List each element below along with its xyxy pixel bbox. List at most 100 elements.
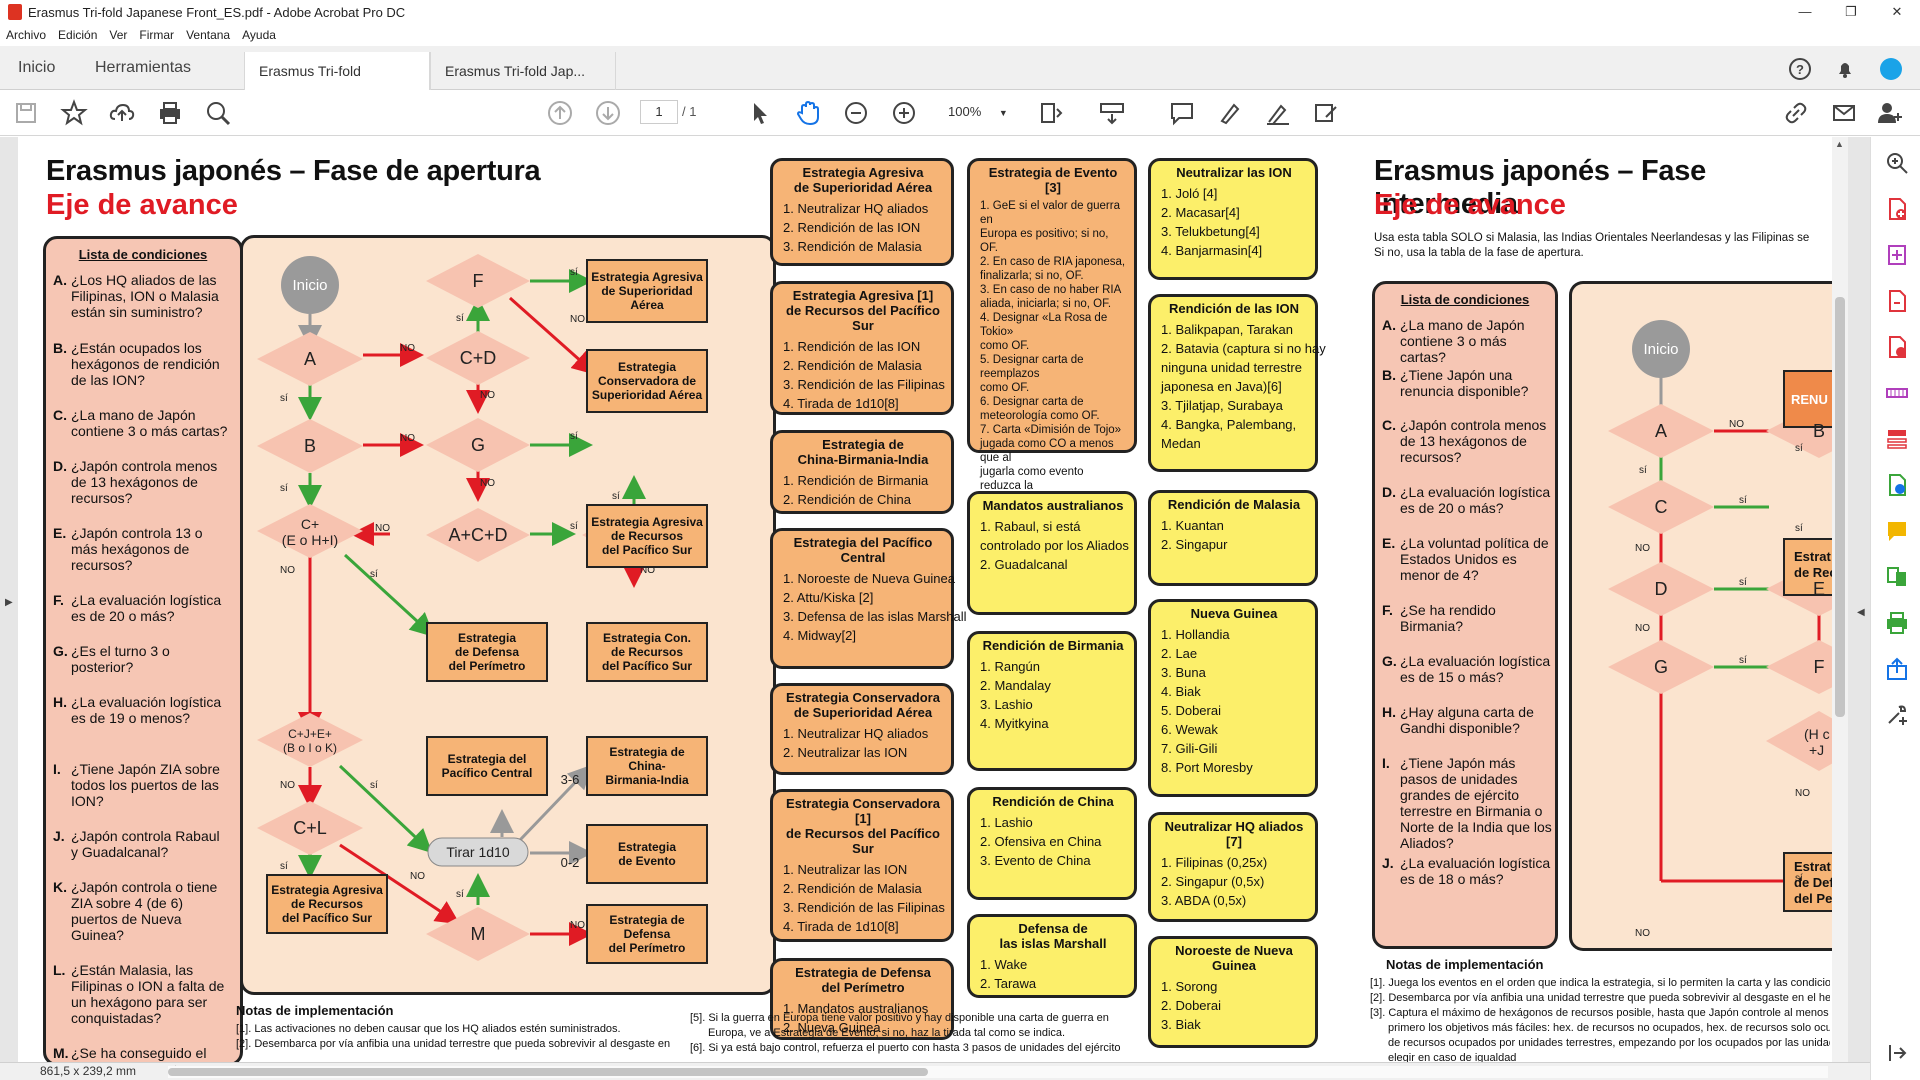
condition-key: A. [1382,317,1396,333]
more-tools-icon[interactable] [1885,703,1909,727]
tab-tools[interactable]: Herramientas [95,46,191,90]
fill-and-sign-icon[interactable] [1312,99,1340,127]
scrolling-mode-icon[interactable] [1098,99,1126,127]
condition-text: ¿La voluntad política de Estados Unidos … [1400,535,1549,583]
card-header-line: Mandatos australianos [982,498,1124,513]
right-intro-2: Si no, usa la tabla de la fase de apertu… [1374,247,1584,259]
tab-document-active[interactable]: Erasmus Tri-fold Jap...× [244,52,430,117]
close-window-button[interactable]: ✕ [1874,0,1920,24]
zoom-out-icon[interactable] [842,99,870,127]
compare-files-icon[interactable] [1885,565,1909,589]
zoom-level-select[interactable]: 100% ▼ [938,100,1012,124]
no-label: NO [400,343,415,354]
strategy-card: Nueva Guinea 1. Hollandia 2. Lae 3. Buna 4. … [1148,599,1318,797]
page-number-input[interactable]: 1 [640,100,678,124]
share-link-icon[interactable] [1782,99,1810,127]
condition-item: B. ¿Tiene Japón una renuncia disponible? [1382,367,1552,399]
zoom-tool-icon[interactable] [1885,151,1909,175]
next-page-icon[interactable] [594,99,622,127]
menu-firmar[interactable]: Firmar [139,28,174,42]
no-label: NO [1795,788,1810,799]
strategy-card: Estrategia Agresiva [1] de Recursos del P… [770,281,954,415]
strategy-box-label: del Perímetro [449,659,526,673]
hand-tool-icon[interactable] [794,99,822,127]
print-icon[interactable] [156,99,184,127]
yes-label: sí [1795,873,1803,884]
tab-bar: Inicio Herramientas Erasmus Tri-fold Jap… [0,46,1920,117]
scroll-up-icon[interactable]: ▲ [1835,139,1844,149]
flow-label-cehi-2: (E o H+I) [282,532,338,548]
strategy-card: Estrategia Conservadora de Superioridad A… [770,683,954,775]
strategy-box-label: Estrategia [458,631,516,645]
yes-label: sí [570,431,578,442]
form-fields-icon[interactable] [1885,427,1909,451]
search-zoom-icon[interactable] [204,99,232,127]
expand-left-panel-icon[interactable]: ▶ [5,597,13,608]
flow-label-c-2: C [1655,497,1668,517]
upload-cloud-icon[interactable] [108,99,136,127]
share-upload-icon[interactable] [1885,657,1909,681]
condition-item: D. ¿Japón controla menos de 13 hexágonos … [53,458,229,506]
restore-button[interactable]: ❐ [1828,0,1874,24]
save-icon[interactable] [12,99,40,127]
notifications-bell-icon[interactable] [1832,56,1858,82]
document-area[interactable]: ▶ Erasmus japonés – Fase de apertura Eje… [0,137,1870,1062]
create-pdf-icon[interactable] [1885,197,1909,221]
bookmark-star-icon[interactable] [60,99,88,127]
tab-home[interactable]: Inicio [18,46,55,90]
menu-edicion[interactable]: Edición [58,28,97,42]
menu-ventana[interactable]: Ventana [186,28,230,42]
yes-label: sí [1795,443,1803,454]
flow-label-hc-2a: (H c [1804,726,1830,742]
collapse-right-panel-icon[interactable]: ◀ [1857,607,1865,618]
event-row: meteorología como OF. [980,410,1100,422]
help-icon[interactable]: ? [1787,56,1813,82]
select-cursor-icon[interactable] [746,99,774,127]
note-1: [1]. Las activaciones no deben causar qu… [236,1023,621,1035]
export-pdf-icon[interactable] [1885,289,1909,313]
strategy-box-label: Estrategia Agresiva [591,270,703,284]
right-box2-l1: Estrat [1794,859,1832,874]
chevron-down-icon: ▼ [998,108,1008,118]
send-for-review-icon[interactable] [1885,473,1909,497]
event-row: 1. GeE si el valor de guerra en [980,200,1120,226]
flow-label-f1: F [473,271,484,291]
email-icon[interactable] [1830,99,1858,127]
highlight-pen-icon[interactable] [1216,99,1244,127]
yes-label: sí [456,889,464,900]
event-row: 2. En caso de RIA japonesa, [980,256,1126,268]
vertical-scroll-thumb[interactable] [1835,297,1845,717]
condition-key: F. [53,592,64,608]
combine-files-icon[interactable] [1885,243,1909,267]
zoom-in-icon[interactable] [890,99,918,127]
note-r2: [2]. Desembarca por vía anfibia una unid… [1370,992,1830,1004]
vertical-scrollbar[interactable]: ▲ [1832,137,1848,1062]
draw-sign-icon[interactable] [1264,99,1292,127]
add-user-icon[interactable] [1876,99,1904,127]
organize-pages-icon[interactable] [1885,381,1909,405]
edit-pdf-icon[interactable] [1885,335,1909,359]
print-production-icon[interactable] [1885,611,1909,635]
minimize-button[interactable]: — [1782,0,1828,24]
card-header-line: Neutralizar HQ aliados [7] [1164,819,1304,849]
horizontal-scroll-thumb[interactable] [168,1068,928,1076]
left-panel-toggle[interactable]: ▶ [0,137,18,1062]
horizontal-scrollbar[interactable] [168,1066,1828,1078]
comment-tool-icon[interactable] [1885,519,1909,543]
menu-archivo[interactable]: Archivo [6,28,46,42]
account-avatar-icon[interactable] [1878,56,1904,82]
yes-label: sí [1739,655,1747,666]
page-fit-icon[interactable] [1038,99,1066,127]
condition-item: B. ¿Están ocupados los hexágonos de rendi… [53,340,229,388]
card-row: controlado por los Aliados [980,538,1129,553]
flow-label-e-2: E [1813,579,1825,599]
card-header-line: Defensa de [1018,921,1088,936]
menu-ver[interactable]: Ver [109,28,127,42]
tab-document-2[interactable]: Erasmus Tri-fold Jap... [430,52,616,90]
prev-page-icon[interactable] [546,99,574,127]
comment-icon[interactable] [1168,99,1196,127]
expand-panel-icon[interactable] [1885,1041,1909,1065]
strategy-box-label: Estrategia de [609,745,685,759]
card-header-line: Estrategia Agresiva [1] [792,288,934,303]
menu-ayuda[interactable]: Ayuda [242,28,276,42]
